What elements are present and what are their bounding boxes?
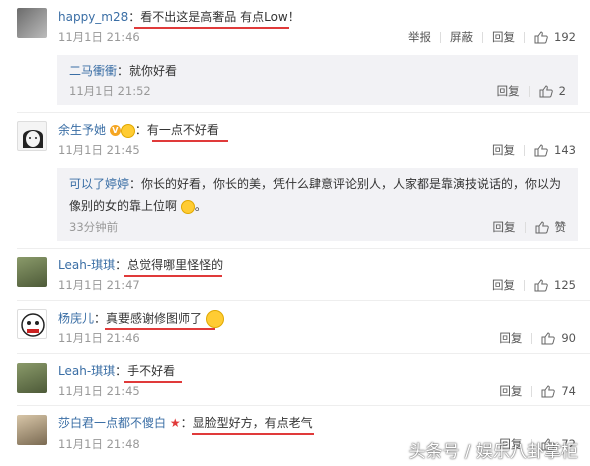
cartoon-face-icon <box>21 313 45 337</box>
reply-button[interactable]: 回复 <box>497 84 520 98</box>
watermark: 头条号 / 娱乐八卦掌柜 <box>408 442 578 462</box>
underline-mark <box>192 433 314 435</box>
smile-emoji-icon <box>180 199 195 214</box>
underline-mark <box>124 275 222 277</box>
reply-button[interactable]: 回复 <box>492 278 515 292</box>
divider <box>17 353 590 354</box>
username[interactable]: 杨庑儿 <box>58 312 94 326</box>
thumbs-up-icon <box>534 278 548 291</box>
timestamp: 11月1日 21:46 <box>58 331 140 345</box>
thumbs-up-icon <box>541 384 556 397</box>
like-button[interactable]: 125 <box>534 278 576 292</box>
verified-badge-icon: V <box>109 125 121 136</box>
divider <box>17 405 590 406</box>
like-button[interactable]: 赞 <box>535 220 567 234</box>
avatar[interactable] <box>17 415 47 445</box>
like-button[interactable]: 192 <box>534 30 576 44</box>
like-button[interactable]: 90 <box>541 331 576 345</box>
timestamp: 11月1日 21:47 <box>58 278 140 292</box>
reply-button[interactable]: 回复 <box>492 143 515 157</box>
like-count: 192 <box>554 30 576 44</box>
username[interactable]: happy_m28 <box>58 10 128 24</box>
username[interactable]: Leah-琪琪 <box>58 364 115 378</box>
comment-text: 总觉得哪里怪怪的 <box>127 258 224 272</box>
timestamp: 11月1日 21:48 <box>58 437 140 451</box>
reply-box: 二马衝衝：就你好看 11月1日 21:52 回复 2 <box>57 55 578 105</box>
reply-button[interactable]: 回复 <box>493 220 516 234</box>
username[interactable]: 余生予她 <box>58 123 106 137</box>
like-label: 赞 <box>554 220 567 234</box>
timestamp: 11月1日 21:46 <box>58 30 140 44</box>
comment-item: happy_m28：看不出这是高奢品 有点Low！ 11月1日 21:46 举报… <box>0 0 590 55</box>
avatar[interactable] <box>17 8 47 38</box>
comment-text: 手不好看 <box>127 364 176 378</box>
emoji-icon <box>120 123 135 138</box>
avatar[interactable] <box>17 121 47 151</box>
emoji-icon <box>205 310 224 328</box>
comment-text: 显脸型好方，有点老气 <box>192 416 313 430</box>
cartoon-face-icon <box>23 130 43 148</box>
star-icon: ★ <box>169 416 181 430</box>
reply-username[interactable]: 二马衝衝 <box>69 64 117 78</box>
reply-username[interactable]: 可以了婷婷 <box>69 177 129 191</box>
like-button[interactable]: 143 <box>534 143 576 157</box>
underline-mark <box>134 27 289 29</box>
comment-item: 杨庑儿：真要感谢修图师了 11月1日 21:46 回复 90 <box>0 301 590 349</box>
avatar[interactable] <box>17 363 47 393</box>
underline-mark <box>152 140 228 142</box>
reply-button[interactable]: 回复 <box>499 331 522 345</box>
underline-mark <box>124 381 182 383</box>
thumbs-up-icon <box>535 220 549 233</box>
block-button[interactable]: 屏蔽 <box>450 30 473 44</box>
like-count: 125 <box>554 278 576 292</box>
reply-text: 你长的好看，你长的美，凭什么肆意评论别人，人家都是靠演技说话的，你以为 <box>141 177 562 191</box>
comment-item: Leah-琪琪：手不好看 11月1日 21:45 回复 74 <box>0 355 590 403</box>
like-count: 2 <box>558 84 566 98</box>
comment-text: 看不出这是高奢品 有点Low！ <box>140 10 300 24</box>
comment-item: Leah-琪琪：总觉得哪里怪怪的 11月1日 21:47 回复 125 <box>0 249 590 294</box>
comment-item: 余生予她 V ：有一点不好看 11月1日 21:45 回复 143 <box>0 113 590 163</box>
reply-timestamp: 11月1日 21:52 <box>69 84 151 98</box>
report-button[interactable]: 举报 <box>408 30 431 44</box>
username[interactable]: 莎白君一点都不傻白 <box>58 416 166 430</box>
reply-timestamp: 33分钟前 <box>69 220 119 234</box>
like-count: 74 <box>561 384 576 398</box>
reply-button[interactable]: 回复 <box>492 30 515 44</box>
thumbs-up-icon <box>541 331 556 344</box>
like-button[interactable]: 74 <box>541 384 576 398</box>
reply-box: 可以了婷婷：你长的好看，你长的美，凭什么肆意评论别人，人家都是靠演技说话的，你以… <box>57 168 578 241</box>
thumbs-up-icon <box>534 30 548 43</box>
reply-button[interactable]: 回复 <box>499 384 522 398</box>
like-button[interactable]: 2 <box>539 84 566 98</box>
thumbs-up-icon <box>539 84 553 97</box>
like-count: 90 <box>561 331 576 345</box>
reply-text: 就你好看 <box>129 64 178 78</box>
underline-mark <box>105 328 215 330</box>
avatar[interactable] <box>17 257 47 287</box>
like-count: 143 <box>554 143 576 157</box>
timestamp: 11月1日 21:45 <box>58 143 140 157</box>
username[interactable]: Leah-琪琪 <box>58 258 115 272</box>
thumbs-up-icon <box>534 143 548 156</box>
timestamp: 11月1日 21:45 <box>58 384 140 398</box>
comment-text: 真要感谢修图师了 <box>106 311 203 326</box>
avatar[interactable] <box>17 309 47 339</box>
reply-text-continued: 像别的女的靠上位啊 <box>69 199 178 213</box>
comment-text: 有一点不好看 <box>146 123 219 137</box>
